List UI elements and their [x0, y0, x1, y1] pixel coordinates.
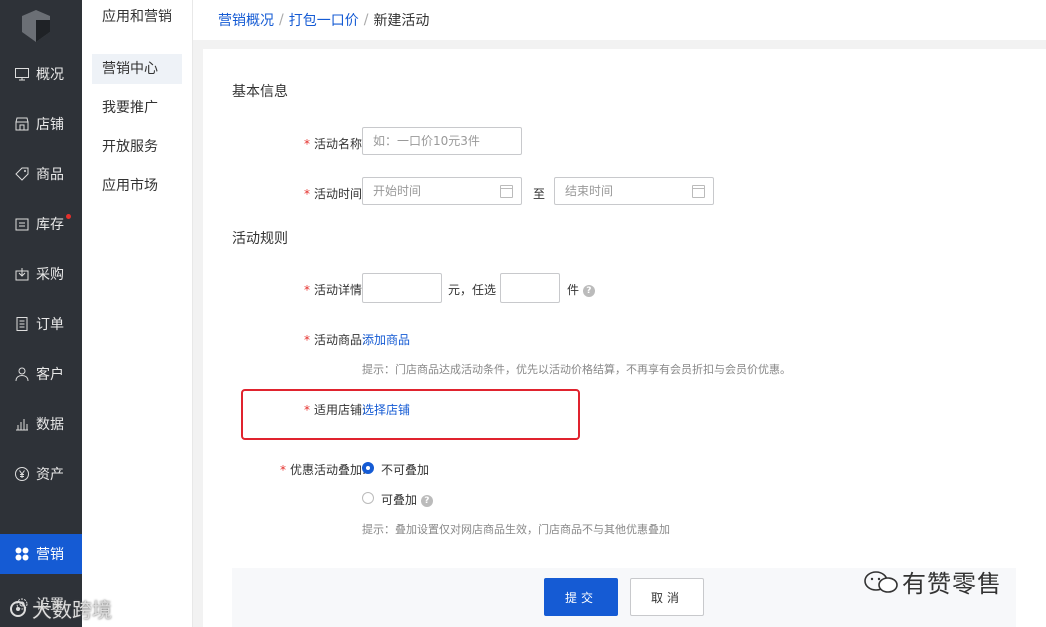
- nav-item-label: 概况: [36, 67, 64, 83]
- nav-item-label: 客户: [36, 367, 64, 383]
- yen-icon: [15, 467, 29, 481]
- watermark-source: 大数跨境: [8, 594, 112, 623]
- label-text: 优惠活动叠加:: [289, 463, 366, 477]
- label-text: 活动商品:: [313, 333, 366, 347]
- monitor-icon: [15, 68, 29, 81]
- subnav-item-app-market[interactable]: 应用市场: [92, 171, 182, 201]
- calendar-icon: [500, 185, 513, 198]
- to-text: 至: [533, 187, 546, 201]
- help-icon[interactable]: ?: [582, 284, 595, 297]
- breadcrumb-link-bundle[interactable]: 打包一口价: [289, 10, 359, 30]
- required-mark: *: [303, 283, 310, 297]
- calendar-icon: [692, 185, 705, 198]
- radio-no-stack[interactable]: [362, 462, 374, 474]
- jian-label: 件: [567, 283, 580, 297]
- required-mark: *: [303, 333, 310, 347]
- notification-dot: [66, 214, 71, 219]
- section-title-rules: 活动规则: [232, 231, 288, 247]
- subnav-item-promotion[interactable]: 我要推广: [92, 93, 182, 123]
- watermark-logo-icon: [10, 600, 26, 617]
- nav-item-label: 订单: [36, 317, 64, 333]
- stack-hint: 提示：叠加设置仅对网店商品生效，门店商品不与其他优惠叠加: [362, 523, 670, 536]
- subnav-title: 应用和营销: [102, 9, 172, 25]
- breadcrumb-current: 新建活动: [373, 13, 430, 29]
- nav-item-label: 库存: [36, 217, 64, 233]
- inventory-icon: [15, 218, 29, 231]
- nav-item-customer[interactable]: 客户: [0, 354, 82, 394]
- nav-item-label: 数据: [36, 417, 64, 433]
- add-goods-link[interactable]: 添加商品: [362, 331, 410, 348]
- no-stack-label[interactable]: 不可叠加: [381, 461, 429, 478]
- nav-item-goods[interactable]: 商品: [0, 154, 82, 194]
- nav-item-inventory[interactable]: 库存: [0, 204, 82, 244]
- stack-option-label: 可叠加: [381, 493, 418, 507]
- order-icon: [16, 317, 28, 331]
- subnav-item-marketing-center[interactable]: 营销中心: [92, 54, 182, 84]
- label-text: 活动详情:: [313, 283, 366, 297]
- breadcrumb-link-overview[interactable]: 营销概况: [218, 10, 274, 30]
- grid-icon: [15, 547, 29, 561]
- section-title-basic: 基本信息: [232, 84, 288, 100]
- tag-icon: [15, 167, 29, 181]
- radio-stack[interactable]: [362, 492, 374, 504]
- watermark-brand: 有赞零售: [862, 564, 1002, 599]
- highlight-box: [241, 389, 580, 440]
- count-input[interactable]: [500, 273, 560, 303]
- nav-item-label: 采购: [36, 267, 64, 283]
- nav-item-order[interactable]: 订单: [0, 304, 82, 344]
- stack-label: * 优惠活动叠加:: [280, 461, 366, 478]
- activity-goods-label: * 活动商品:: [304, 331, 366, 348]
- stack-option[interactable]: 可叠加 ?: [381, 491, 433, 508]
- start-time-input[interactable]: 开始时间: [362, 177, 522, 205]
- cancel-button[interactable]: 取消: [630, 578, 704, 616]
- activity-detail-label: * 活动详情:: [304, 281, 366, 298]
- activity-time-label: * 活动时间:: [304, 185, 366, 202]
- price-input[interactable]: [362, 273, 442, 303]
- label-text: 适用店铺:: [313, 403, 366, 417]
- nav-item-store[interactable]: 店铺: [0, 104, 82, 144]
- label-text: 活动名称:: [313, 137, 366, 151]
- watermark-text: 有赞零售: [902, 570, 1002, 598]
- activity-name-label: * 活动名称:: [304, 135, 366, 152]
- nav-item-label: 商品: [36, 167, 64, 183]
- secondary-nav: 应用和营销 营销中心 我要推广 开放服务 应用市场: [82, 0, 193, 627]
- bar-chart-icon: [16, 419, 28, 431]
- logo-icon[interactable]: [16, 8, 56, 44]
- nav-item-label: 店铺: [36, 117, 64, 133]
- subnav-item-open-service[interactable]: 开放服务: [92, 132, 182, 162]
- end-time-placeholder: 结束时间: [565, 184, 614, 198]
- breadcrumb-separator: /: [279, 12, 284, 28]
- nav-item-label: 营销: [36, 547, 64, 563]
- store-icon: [15, 117, 29, 131]
- nav-item-marketing[interactable]: 营销: [0, 534, 82, 574]
- required-mark: *: [279, 463, 286, 477]
- purchase-icon: [15, 268, 29, 281]
- breadcrumb-separator: /: [363, 12, 369, 28]
- nav-item-overview[interactable]: 概况: [0, 54, 82, 94]
- help-icon[interactable]: ?: [420, 494, 433, 507]
- required-mark: *: [303, 137, 310, 151]
- submit-button[interactable]: 提交: [544, 578, 618, 616]
- watermark-text: 大数跨境: [32, 598, 112, 622]
- user-icon: [15, 367, 29, 382]
- required-mark: *: [303, 403, 310, 417]
- select-store-link[interactable]: 选择店铺: [362, 401, 410, 418]
- nav-item-assets[interactable]: 资产: [0, 454, 82, 494]
- wechat-icon: [864, 570, 898, 593]
- required-mark: *: [303, 187, 310, 201]
- start-time-placeholder: 开始时间: [373, 184, 422, 198]
- goods-hint: 提示：门店商品达成活动条件，优先以活动价格结算，不再享有会员折扣与会员价优惠。: [362, 363, 791, 376]
- nav-item-data[interactable]: 数据: [0, 404, 82, 444]
- main-nav: 概况 店铺 商品 库存 采购 订单 客户 数据 资产 营销 设置: [0, 0, 82, 627]
- nav-item-label: 资产: [36, 467, 64, 483]
- jian-text: 件 ?: [567, 281, 595, 298]
- activity-name-input[interactable]: 如：一口价10元3件: [362, 127, 522, 155]
- breadcrumb: 营销概况 / 打包一口价 / 新建活动: [193, 0, 1046, 40]
- yuan-text: 元，任选: [448, 283, 497, 297]
- end-time-input[interactable]: 结束时间: [554, 177, 714, 205]
- store-label: * 适用店铺:: [304, 401, 366, 418]
- label-text: 活动时间:: [313, 187, 366, 201]
- nav-item-purchase[interactable]: 采购: [0, 254, 82, 294]
- form-card: 基本信息 * 活动名称: 如：一口价10元3件 * 活动时间: 开始时间 至 结束时…: [203, 49, 1046, 627]
